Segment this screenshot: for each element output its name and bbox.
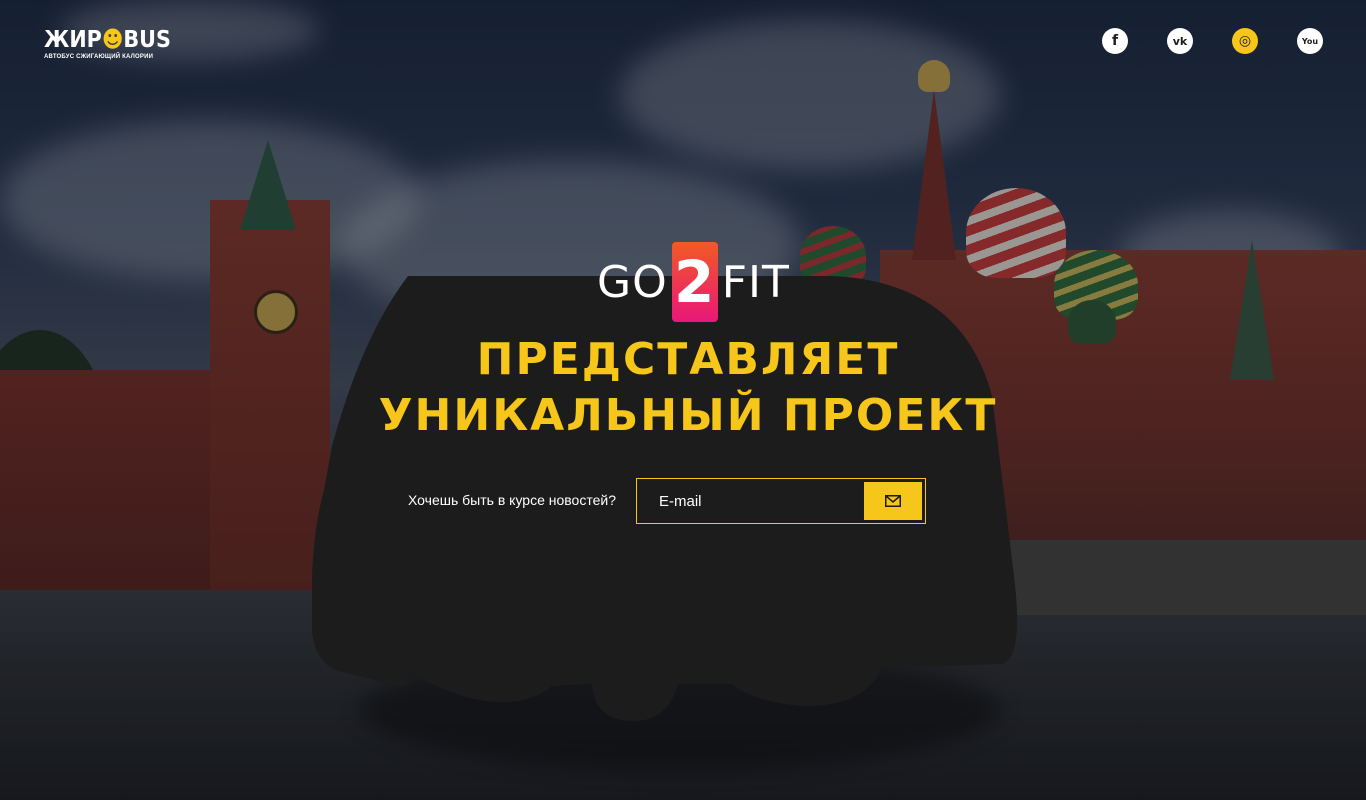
logo[interactable]: ЖИР☻BUS АВТОБУС СЖИГАЮЩИЙ КАЛОРИИ [44, 28, 171, 60]
landing-page: ЖИР☻BUS АВТОБУС СЖИГАЮЩИЙ КАЛОРИИ f vk ◎… [0, 0, 1366, 800]
headline: ПРЕДСТАВЛЯЕТ УНИКАЛЬНЫЙ ПРОЕКТ [312, 332, 1064, 444]
envelope-icon [885, 495, 901, 507]
headline-line2: УНИКАЛЬНЫЙ ПРОЕКТ [378, 390, 998, 441]
go2fit-logo: GO 2 FIT [597, 242, 790, 322]
logo-tagline: АВТОБУС СЖИГАЮЩИЙ КАЛОРИИ [44, 54, 154, 60]
instagram-icon[interactable]: ◎ [1232, 28, 1258, 54]
brand-right: FIT [721, 256, 790, 308]
email-input[interactable] [637, 479, 864, 523]
facebook-icon[interactable]: f [1102, 28, 1128, 54]
brand-number: 2 [671, 242, 718, 322]
youtube-icon[interactable]: You [1297, 28, 1323, 54]
subscribe-button[interactable] [864, 482, 922, 520]
vk-icon[interactable]: vk [1167, 28, 1193, 54]
logo-wordmark: ЖИР☻BUS [44, 27, 171, 53]
brand-left: GO [597, 256, 668, 308]
subscribe-label: Хочешь быть в курсе новостей? [408, 492, 616, 508]
social-links: f vk ◎ You [1102, 28, 1323, 54]
headline-line1: ПРЕДСТАВЛЯЕТ [476, 334, 900, 385]
subscribe-form [636, 478, 926, 524]
